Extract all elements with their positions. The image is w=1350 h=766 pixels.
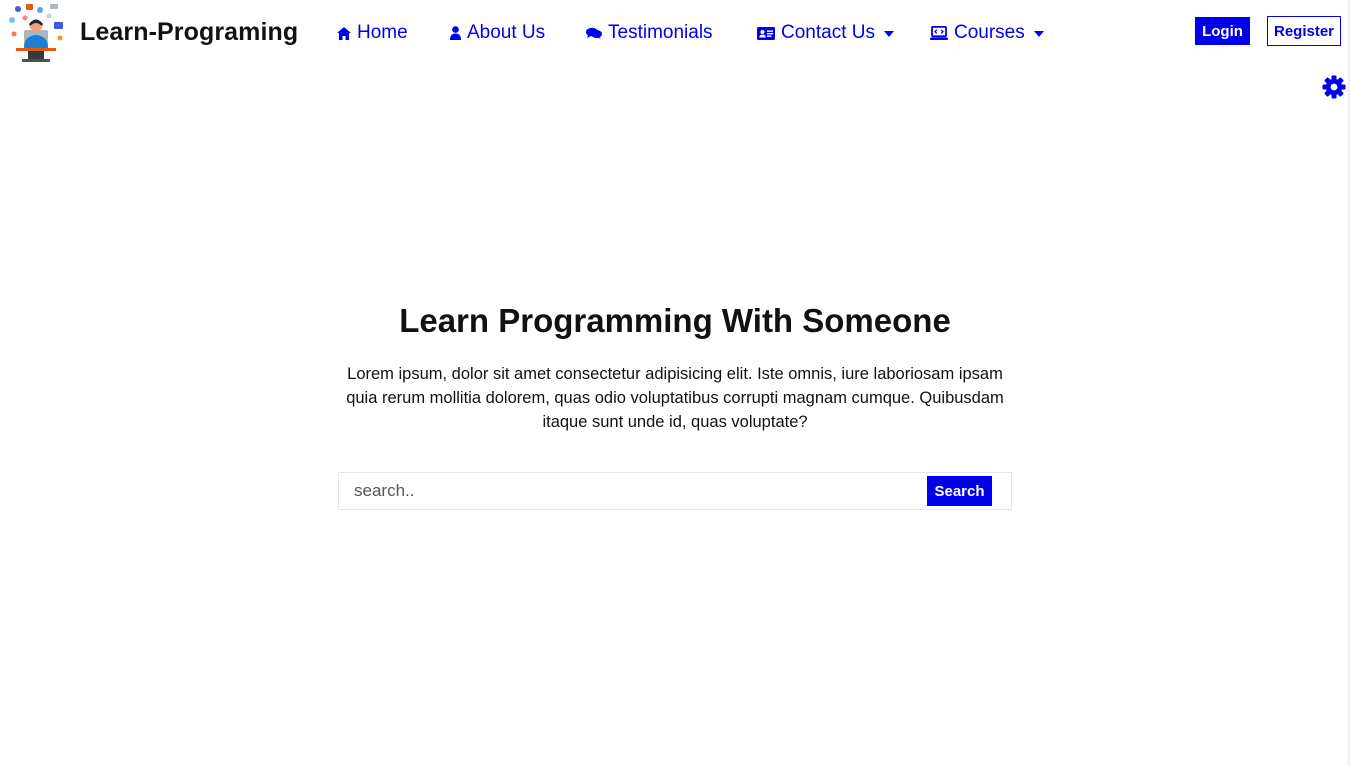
chevron-down-icon [883, 31, 894, 37]
nav-item-home[interactable]: Home [337, 22, 408, 44]
programmer-illustration-icon [9, 4, 63, 62]
laptop-code-icon [930, 26, 948, 40]
nav-item-label: Testimonials [608, 22, 713, 43]
nav-item-label: Courses [954, 22, 1025, 43]
register-button[interactable]: Register [1267, 16, 1341, 46]
settings-button[interactable] [1322, 75, 1346, 99]
nav-item-contact-us[interactable]: Contact Us [757, 22, 894, 44]
search-bar: Search [338, 472, 1012, 510]
nav-item-about-us[interactable]: About Us [450, 22, 545, 44]
comments-icon [586, 27, 602, 39]
brand-logo[interactable] [4, 2, 68, 64]
nav-item-testimonials[interactable]: Testimonials [586, 22, 713, 44]
brand-name[interactable]: Learn-Programing [80, 18, 298, 47]
address-card-icon [757, 26, 775, 40]
user-icon [450, 26, 461, 40]
search-input[interactable] [339, 473, 919, 509]
search-button[interactable]: Search [927, 476, 992, 506]
hero-description: Lorem ipsum, dolor sit amet consectetur … [346, 365, 1004, 431]
home-icon [337, 26, 351, 40]
nav-item-label: Home [357, 22, 408, 43]
nav-item-label: About Us [467, 22, 546, 43]
login-button[interactable]: Login [1195, 17, 1250, 45]
chevron-down-icon [1033, 31, 1044, 37]
site-header: Learn-Programing Home About Us Testimoni… [0, 0, 1350, 72]
nav-item-label: Contact Us [781, 22, 875, 43]
nav-item-courses[interactable]: Courses [930, 22, 1044, 44]
gear-icon [1322, 75, 1346, 99]
page-title: Learn Programming With Someone [399, 302, 951, 339]
